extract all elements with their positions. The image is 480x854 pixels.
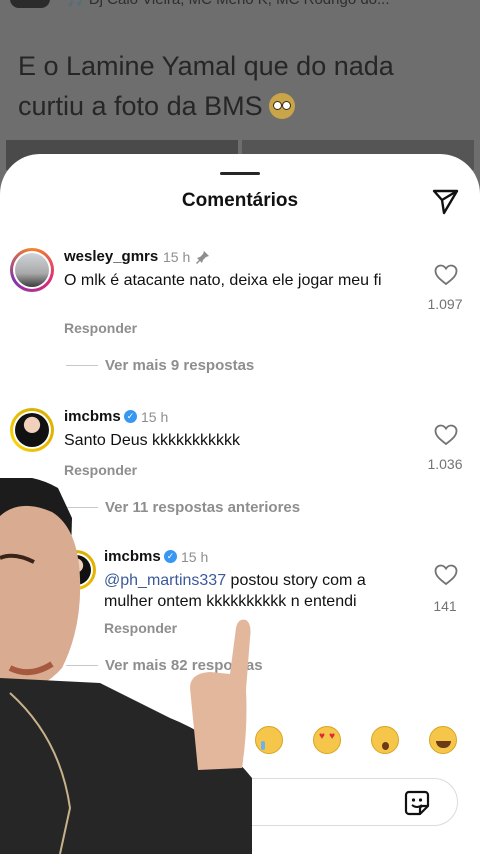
paper-plane-icon (432, 189, 459, 215)
share-button[interactable] (430, 186, 460, 216)
avatar-image (15, 253, 49, 287)
avatar[interactable] (10, 408, 54, 452)
divider (66, 507, 98, 508)
comment-username[interactable]: wesley_gmrs (64, 248, 158, 265)
comment-username[interactable]: imcbms (64, 408, 121, 425)
verified-badge-icon: ✓ (164, 550, 177, 563)
laughing-tears-emoji[interactable] (429, 726, 457, 754)
post-author-row: 🎵 Dj Caio Vieira, MC Menó K, MC Rodrigo … (0, 0, 480, 12)
comment-input[interactable] (221, 791, 395, 815)
reply-button[interactable]: Responder (64, 462, 137, 478)
divider (66, 365, 98, 366)
comment-input-bar (206, 778, 458, 826)
flushed-face-emoji (268, 93, 295, 119)
view-replies-button[interactable]: Ver mais 9 respostas (105, 357, 254, 374)
emoji-quick-bar (0, 726, 480, 758)
comment-text: O mlk é atacante nato, deixa ele jogar m… (64, 272, 382, 289)
comment-text: @ph_martins337 postou story com a mulher… (104, 570, 414, 612)
like-count: 141 (433, 598, 457, 614)
avatar-image (15, 413, 49, 447)
comment-username[interactable]: imcbms (104, 548, 161, 565)
sticker-icon (404, 790, 430, 816)
heart-eyes-emoji[interactable] (313, 726, 341, 754)
surprised-face-emoji[interactable] (371, 726, 399, 754)
sheet-title: Comentários (181, 190, 299, 211)
like-count: 1.097 (427, 296, 463, 312)
like-count: 1.036 (427, 456, 463, 472)
comment-time: 15 h (141, 409, 169, 425)
heart-icon[interactable] (434, 564, 458, 586)
crying-face-emoji[interactable] (255, 726, 283, 754)
sheet-drag-handle[interactable] (220, 172, 260, 175)
sticker-button[interactable] (403, 789, 431, 817)
avatar[interactable] (10, 248, 54, 292)
mention-link[interactable]: @ph_martins337 (104, 572, 226, 589)
heart-icon[interactable] (434, 264, 458, 286)
app-screen: 🎵 Dj Caio Vieira, MC Menó K, MC Rodrigo … (0, 0, 480, 854)
avatar[interactable] (56, 550, 96, 590)
comment-time: 15 h (181, 549, 209, 565)
heart-icon[interactable] (434, 424, 458, 446)
view-replies-button[interactable]: Ver mais 82 respostas (105, 657, 263, 674)
verified-badge-icon: ✓ (124, 410, 137, 423)
comment-time: 15 h (163, 249, 191, 265)
avatar-image (61, 555, 91, 585)
pin-icon (196, 251, 209, 264)
reply-button[interactable]: Responder (64, 320, 137, 336)
comment-text: Santo Deus kkkkkkkkkkk (64, 432, 241, 449)
divider (66, 665, 98, 666)
post-author-avatar[interactable] (10, 0, 50, 8)
reply-button[interactable]: Responder (104, 620, 177, 636)
view-replies-button[interactable]: Ver 11 respostas anteriores (105, 499, 300, 516)
post-audio-label[interactable]: 🎵 Dj Caio Vieira, MC Menó K, MC Rodrigo … (66, 0, 390, 8)
post-caption-text: E o Lamine Yamal que do nada curtiu a fo… (18, 51, 394, 121)
post-caption: E o Lamine Yamal que do nada curtiu a fo… (18, 46, 458, 126)
